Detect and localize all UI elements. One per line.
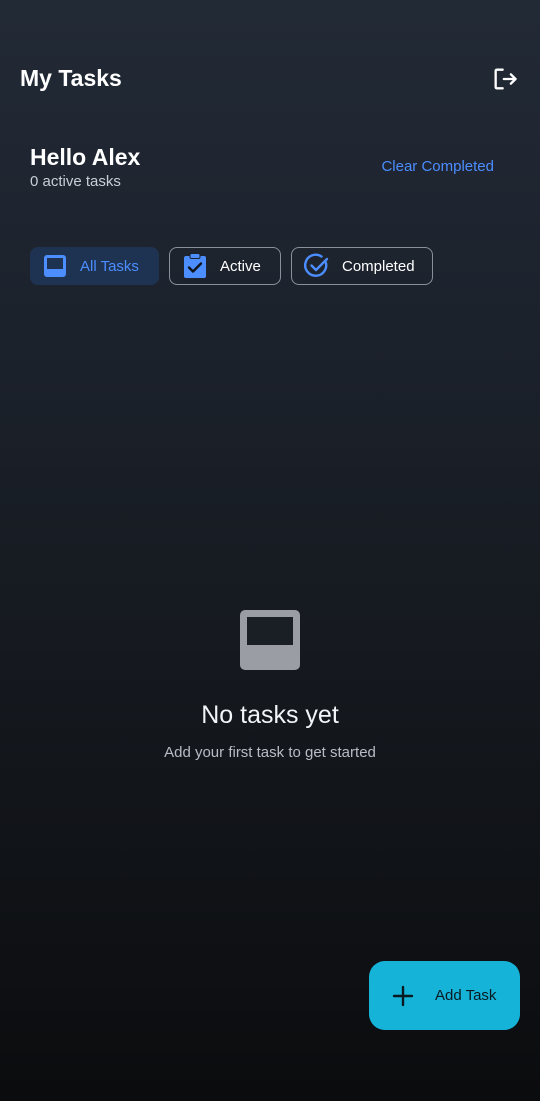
filter-chip-label: All Tasks (80, 257, 139, 275)
filter-chip-completed[interactable]: Completed (291, 247, 433, 285)
add-task-button[interactable]: Add Task (369, 961, 520, 1030)
page-title: My Tasks (20, 65, 122, 91)
empty-state: No tasks yet Add your first task to get … (0, 608, 540, 762)
check-circle-icon (304, 253, 330, 279)
filter-chip-active[interactable]: Active (169, 247, 281, 285)
clipboard-check-icon (182, 253, 208, 279)
active-task-count: 0 active tasks (30, 173, 121, 190)
add-task-label: Add Task (435, 987, 497, 1004)
clear-completed-button[interactable]: Clear Completed (381, 158, 494, 176)
greeting-title: Hello Alex (30, 144, 141, 170)
filter-chip-label: Active (220, 257, 261, 275)
inbox-icon (238, 608, 302, 672)
filter-chip-label: Completed (342, 257, 415, 275)
logout-button[interactable] (488, 62, 522, 96)
empty-state-title: No tasks yet (201, 701, 339, 729)
filter-chips: All Tasks Active Completed (30, 247, 433, 285)
greeting-block: Hello Alex 0 active tasks (30, 143, 140, 191)
empty-state-subtitle: Add your first task to get started (164, 744, 376, 761)
filter-chip-all-tasks[interactable]: All Tasks (30, 247, 159, 285)
logout-icon (494, 68, 517, 90)
inbox-icon (42, 253, 68, 279)
top-bar: My Tasks (0, 0, 540, 130)
plus-icon (391, 984, 415, 1008)
